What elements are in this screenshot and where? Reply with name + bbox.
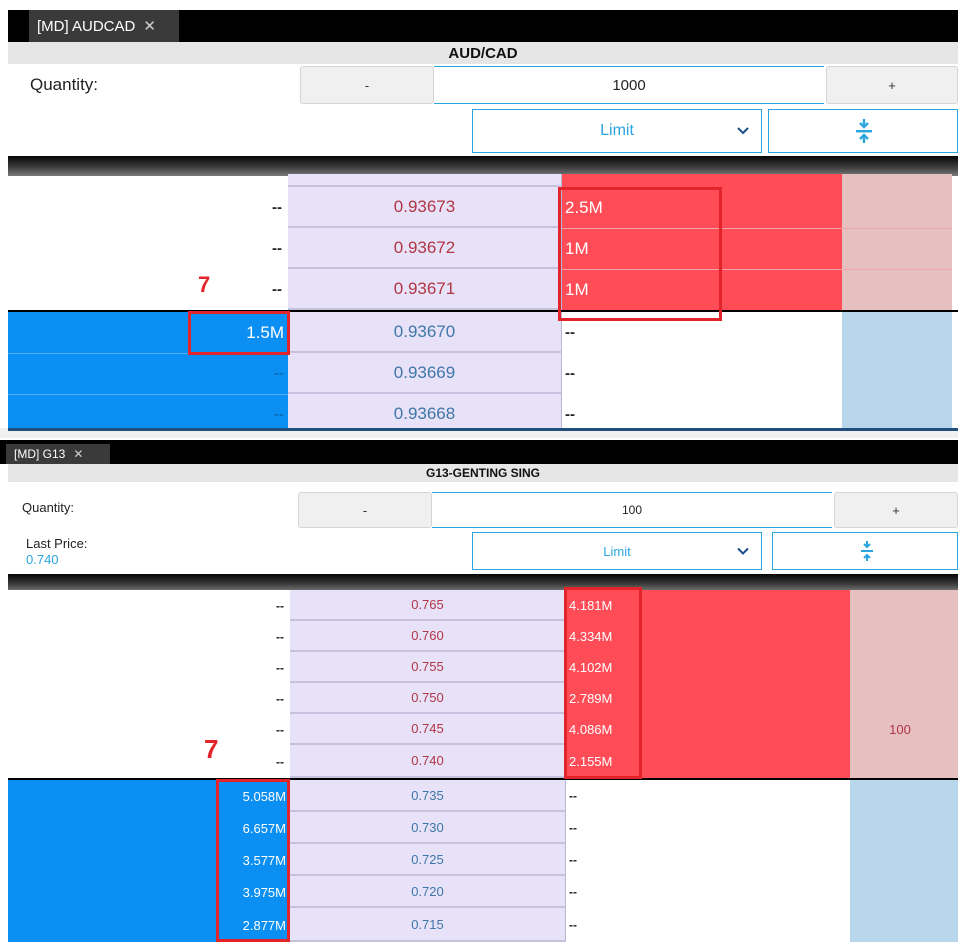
collapse-ladder-button[interactable] (768, 109, 958, 153)
price-cell[interactable]: 0.760 (290, 621, 566, 652)
quantity-label: Quantity: (22, 500, 75, 515)
bid-row[interactable]: 3.975M 0.720 -- (8, 876, 850, 908)
price-cell[interactable]: 0.750 (290, 683, 566, 714)
ask-qty-cell[interactable]: -- (562, 353, 842, 394)
price-cell[interactable]: 0.745 (290, 714, 566, 745)
blue-column (842, 312, 952, 428)
audcad-tab[interactable]: [MD] AUDCAD ✕ (29, 10, 179, 42)
bid-row[interactable]: 6.657M 0.730 -- (8, 812, 850, 844)
highlight-box (188, 311, 290, 355)
decrement-button[interactable]: - (300, 66, 434, 104)
price-cell[interactable]: 0.740 (290, 745, 566, 778)
tab-label: [MD] AUDCAD (37, 17, 136, 35)
quantity-label: Quantity: (30, 75, 99, 94)
highlight-box (564, 587, 642, 779)
bid-row[interactable]: 2.877M 0.715 -- (8, 908, 850, 942)
order-type-value: Limit (600, 122, 634, 139)
pink-column-value: 100 (889, 721, 911, 737)
panel-border (8, 428, 958, 431)
decrement-button[interactable]: - (298, 492, 432, 528)
bid-qty-cell[interactable]: -- (8, 683, 290, 714)
row-divider (8, 394, 288, 395)
close-icon[interactable]: ✕ (73, 447, 83, 461)
bid-row[interactable]: -- 0.93668 -- (8, 394, 842, 428)
collapse-vertical-icon (861, 541, 873, 561)
collapse-vertical-icon (856, 119, 872, 143)
price-cell[interactable]: 0.715 (290, 908, 566, 942)
pink-column (842, 174, 952, 310)
quantity-input[interactable]: 1000 (434, 66, 824, 104)
g13-tab-bar (0, 440, 958, 464)
last-price-value: 0.740 (26, 552, 59, 567)
price-cell[interactable]: 0.720 (290, 876, 566, 908)
ask-qty-cell[interactable]: -- (566, 780, 850, 812)
ask-qty-cell[interactable]: -- (566, 908, 850, 942)
order-type-select[interactable]: Limit (472, 109, 762, 153)
price-cell[interactable]: 0.755 (290, 652, 566, 683)
bid-qty-cell[interactable]: -- (8, 228, 288, 269)
collapse-ladder-button[interactable] (772, 532, 958, 570)
price-cell[interactable]: 0.93670 (288, 312, 562, 353)
instrument-title: G13-GENTING SING (8, 464, 958, 482)
close-icon[interactable]: ✕ (143, 17, 156, 35)
highlight-box (216, 779, 290, 942)
instrument-title-text: AUD/CAD (448, 44, 518, 62)
blue-column (850, 780, 958, 942)
bid-qty-cell[interactable]: -- (8, 621, 290, 652)
price-cell[interactable]: 0.93668 (288, 394, 562, 428)
price-cell-partial (288, 174, 562, 187)
price-cell[interactable]: 0.765 (290, 590, 566, 621)
bid-qty-cell[interactable]: -- (8, 745, 290, 778)
price-cell[interactable]: 0.93671 (288, 269, 562, 310)
chevron-down-icon (737, 544, 749, 559)
order-type-select[interactable]: Limit (472, 532, 762, 570)
bid-qty-cell[interactable]: -- (8, 714, 290, 745)
pink-column (850, 590, 958, 778)
ask-row[interactable]: -- 0.765 4.181M (8, 590, 850, 621)
ask-row[interactable]: -- 0.750 2.789M (8, 683, 850, 714)
ask-column-partial (562, 174, 842, 187)
bid-row[interactable]: -- 0.93669 -- (8, 353, 842, 394)
ask-qty-cell[interactable]: -- (562, 394, 842, 428)
last-price-label: Last Price: (26, 536, 88, 551)
g13-tab[interactable]: [MD] G13 ✕ (6, 444, 110, 464)
ask-qty-cell[interactable]: -- (566, 876, 850, 908)
increment-button[interactable]: + (826, 66, 958, 104)
panel-separator (8, 156, 958, 176)
bid-qty-cell[interactable]: -- (8, 269, 288, 310)
quantity-input[interactable]: 100 (432, 492, 832, 528)
price-cell[interactable]: 0.725 (290, 844, 566, 876)
bid-row[interactable]: 5.058M 0.735 -- (8, 780, 850, 812)
annotation-number: 7 (204, 734, 219, 764)
ask-qty-cell[interactable]: -- (566, 812, 850, 844)
bid-qty-cell[interactable]: -- (8, 353, 288, 394)
increment-button[interactable]: + (834, 492, 958, 528)
ask-row[interactable]: -- 0.745 4.086M (8, 714, 850, 745)
ask-qty-cell[interactable]: -- (566, 844, 850, 876)
ask-row[interactable]: -- 0.760 4.334M (8, 621, 850, 652)
bid-row[interactable]: 3.577M 0.725 -- (8, 844, 850, 876)
price-cell[interactable]: 0.93669 (288, 353, 562, 394)
order-type-value: Limit (603, 543, 631, 559)
chevron-down-icon (737, 122, 749, 140)
ask-row[interactable]: -- 0.755 4.102M (8, 652, 850, 683)
instrument-title: AUD/CAD (8, 42, 958, 64)
annotation-number: 7 (198, 272, 211, 297)
price-cell[interactable]: 0.730 (290, 812, 566, 844)
ask-row[interactable]: -- 0.740 2.155M (8, 745, 850, 778)
price-cell[interactable]: 0.93672 (288, 228, 562, 269)
price-cell[interactable]: 0.735 (290, 780, 566, 812)
highlight-box (558, 187, 722, 321)
bid-qty-cell[interactable]: -- (8, 187, 288, 228)
bid-qty-cell[interactable]: -- (8, 590, 290, 621)
instrument-title-text: G13-GENTING SING (425, 466, 541, 480)
bid-qty-cell[interactable]: -- (8, 652, 290, 683)
bid-qty-cell[interactable]: -- (8, 394, 288, 428)
price-cell[interactable]: 0.93673 (288, 187, 562, 228)
tab-label: [MD] G13 (14, 447, 66, 461)
